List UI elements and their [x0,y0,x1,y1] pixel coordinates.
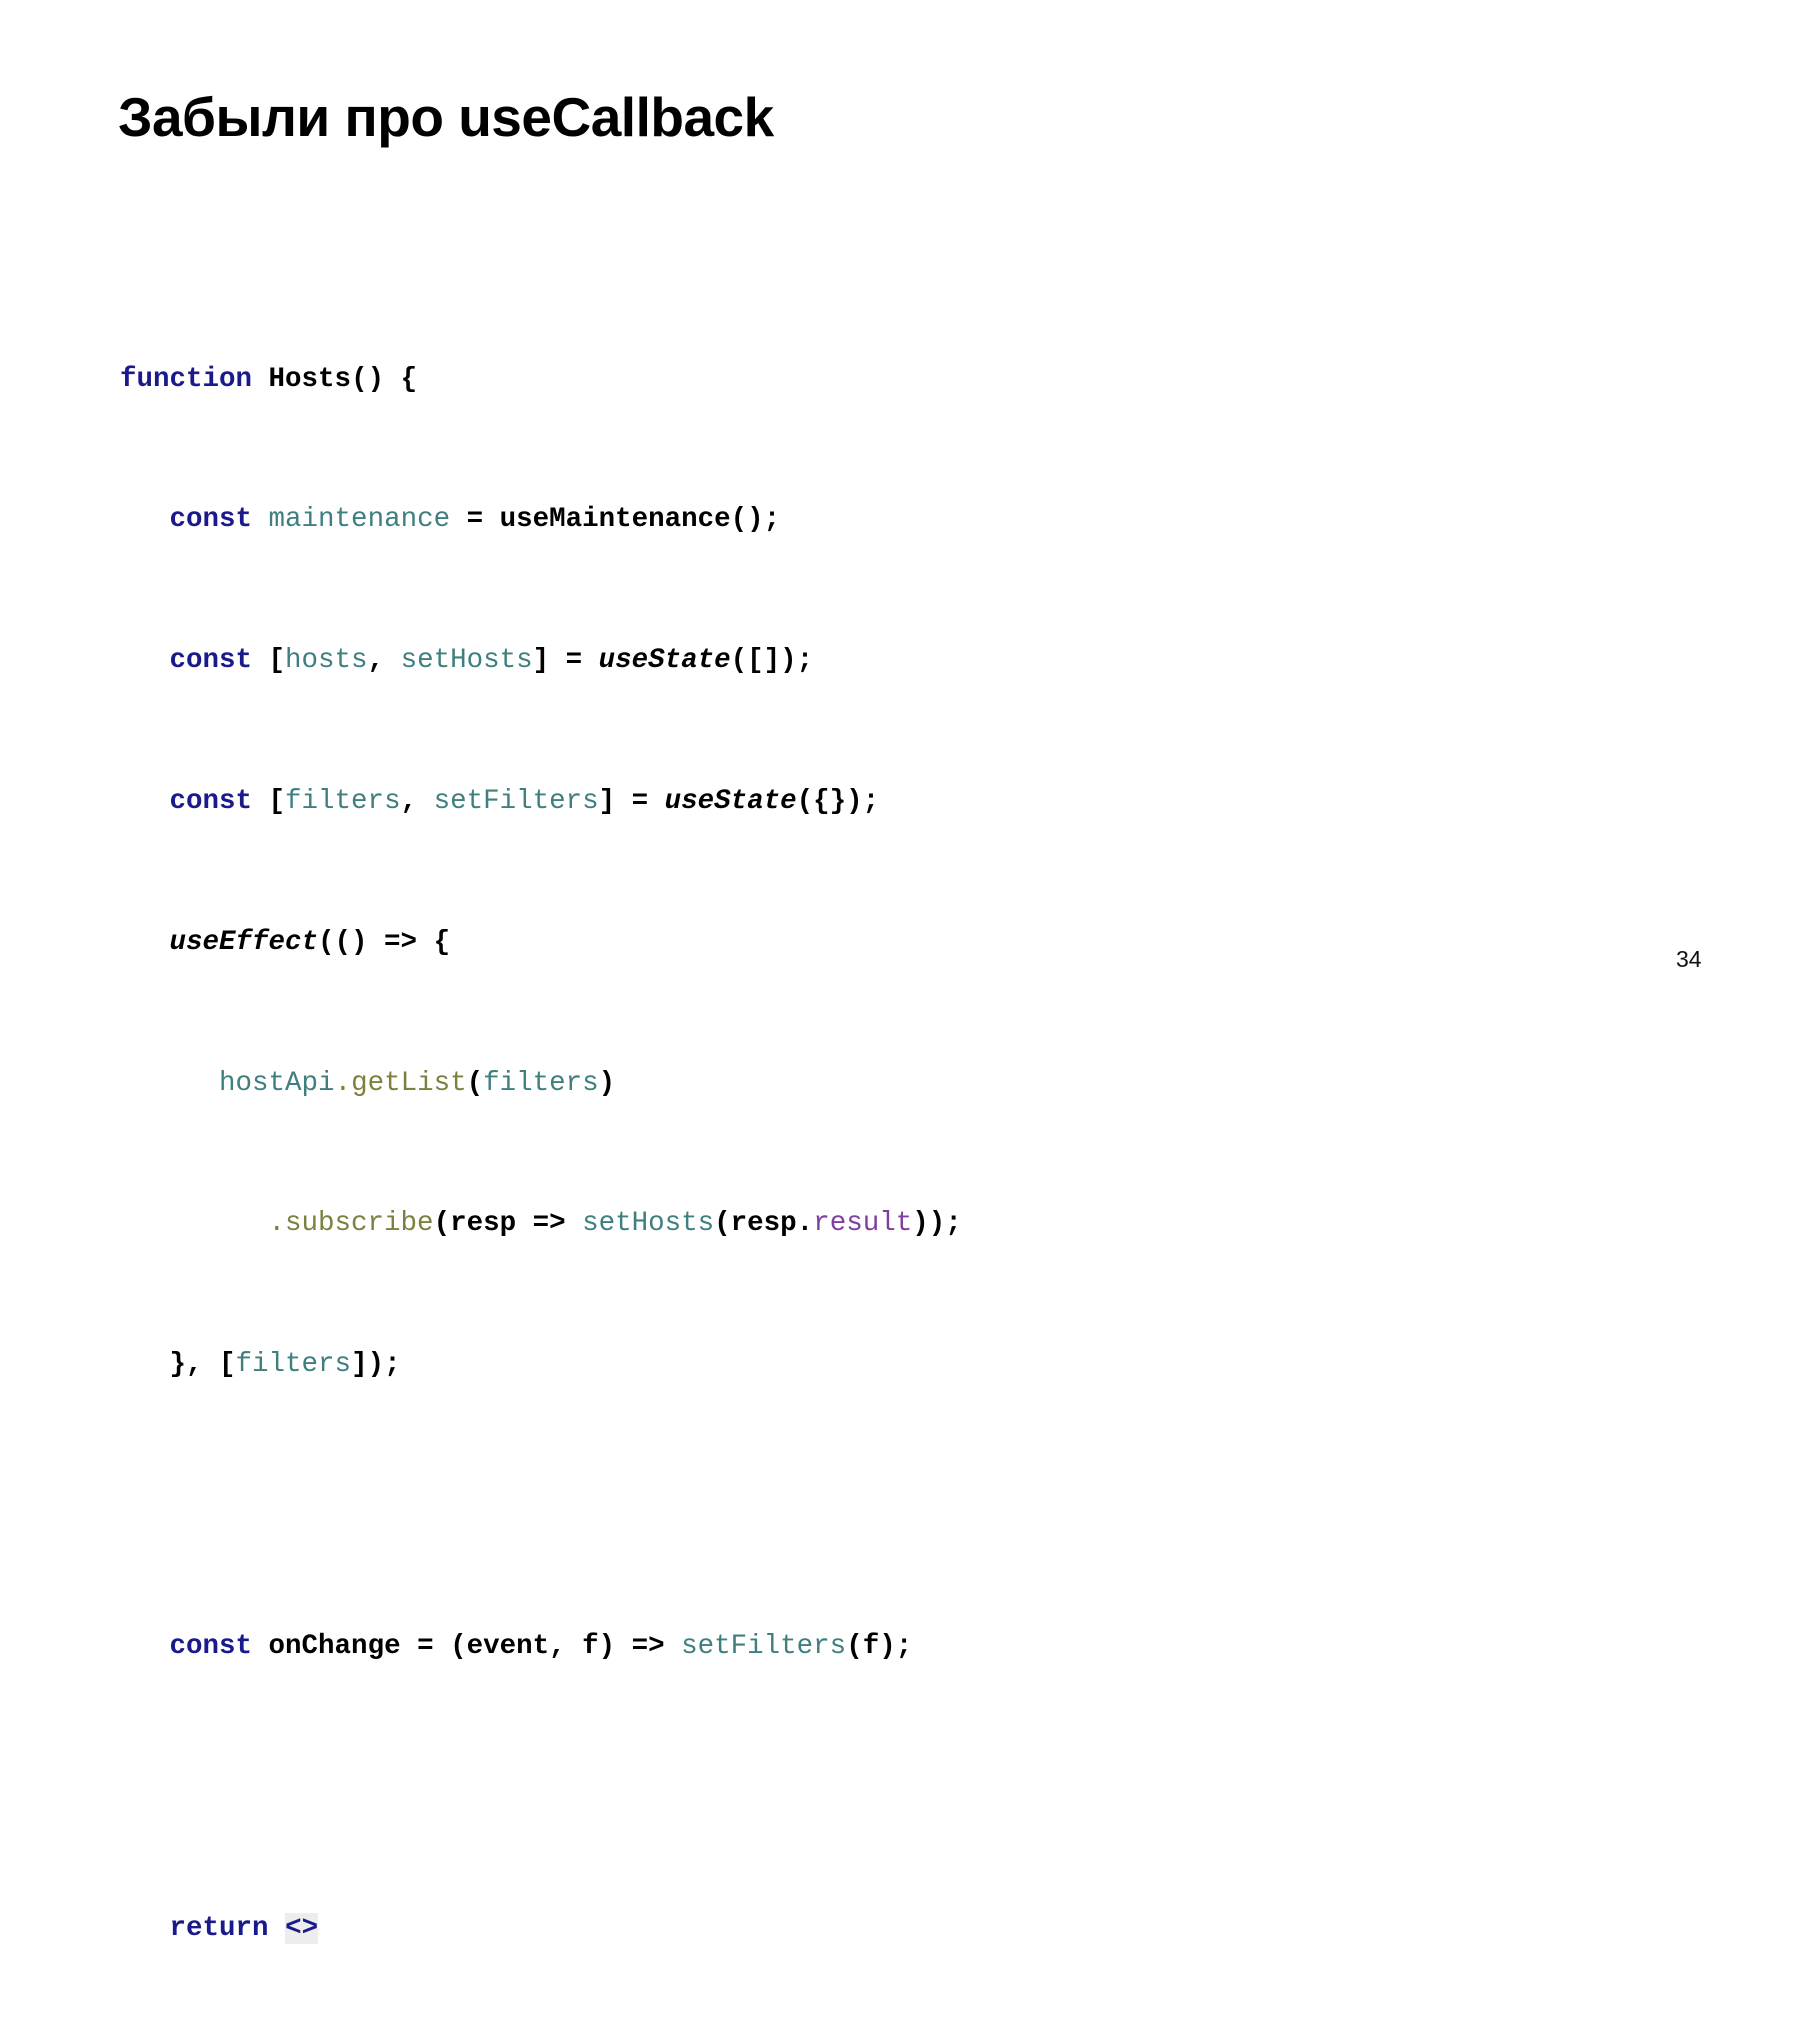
token-identifier-setfilters: setFilters [681,1630,847,1662]
token-plain: => [516,1208,583,1240]
token-identifier-setfilters: setFilters [433,786,599,818]
token-property-result: result [813,1208,913,1240]
token-hook-usestate: useState [664,786,797,818]
token-plain: ( [433,1208,451,1240]
token-plain: . [796,1208,814,1240]
token-plain: ] = [532,645,599,677]
code-line: useEffect(() => { [120,925,1473,960]
token-hook-usestate: useState [598,645,731,677]
token-plain: [ [252,645,286,677]
token-param-f: f [582,1630,599,1662]
code-line: const onChange = (event, f) => setFilter… [120,1629,1473,1664]
token-plain: (() => { [318,926,451,958]
token-plain: , [367,645,401,677]
token-plain: }, [ [169,1349,236,1381]
code-line: function Hosts() { [120,362,1473,397]
token-plain: ) => [598,1630,682,1662]
token-param-resp: resp [450,1208,517,1240]
token-plain: , [400,786,434,818]
page-number: 34 [1676,946,1702,972]
token-plain: (); [730,504,781,536]
code-line: hostApi.getList(filters) [120,1066,1473,1101]
token-identifier-sethosts: setHosts [582,1208,715,1240]
token-plain: [ [252,786,286,818]
token-identifier-filters: filters [483,1067,599,1099]
token-identifier-filters: filters [235,1349,352,1381]
code-block: function Hosts() { const maintenance = u… [120,256,1473,2026]
code-line: }, [filters]); [120,1347,1473,1382]
token-plain: , [549,1630,583,1662]
token-identifier-hostapi: hostApi [219,1067,335,1099]
code-line: const [filters, setFilters] = useState({… [120,784,1473,819]
token-plain: = ( [400,1630,467,1662]
token-plain: () { [351,363,418,395]
token-plain: ( [466,1067,484,1099]
page-title: Забыли про useCallback [118,85,774,148]
token-hook-useeffect: useEffect [169,926,319,958]
token-jsx-fragment-open: <> [285,1912,319,1944]
token-plain: ({}); [796,786,880,818]
token-identifier-hosts: hosts [285,645,368,677]
token-param-resp: resp [730,1208,797,1240]
slide-canvas: Забыли про useCallback function Hosts() … [0,0,1800,1944]
token-plain: ( [846,1630,863,1662]
code-line: const maintenance = useMaintenance(); [120,502,1473,537]
token-keyword-return: return [169,1912,269,1944]
token-keyword-function: function [120,363,253,395]
token-identifier-filters: filters [285,786,401,818]
token-function-name: Hosts [268,363,352,395]
token-keyword-const: const [169,504,253,536]
token-plain: ); [879,1630,913,1662]
token-method-getlist: .getList [334,1067,467,1099]
token-identifier-sethosts: setHosts [400,645,533,677]
token-plain: ([]); [730,645,814,677]
token-plain: ) [598,1067,616,1099]
token-call-usemaintenance: useMaintenance [499,504,731,536]
token-param-event: event [466,1630,550,1662]
token-keyword-const: const [169,786,253,818]
code-line: return <> [120,1911,1473,1946]
code-line: const [hosts, setHosts] = useState([]); [120,643,1473,678]
token-keyword-const: const [169,645,253,677]
token-param-f: f [862,1630,880,1662]
token-plain: )); [912,1208,962,1240]
code-line: .subscribe(resp => setHosts(resp.result)… [120,1206,1473,1241]
token-keyword-const: const [169,1630,253,1662]
token-identifier-onchange: onChange [268,1630,401,1662]
token-plain: ( [714,1208,731,1240]
token-plain: = [450,504,500,536]
token-plain: ] = [598,786,665,818]
token-method-subscribe: .subscribe [268,1208,434,1240]
token-identifier-maintenance: maintenance [268,504,451,536]
token-plain: ]); [351,1349,401,1381]
